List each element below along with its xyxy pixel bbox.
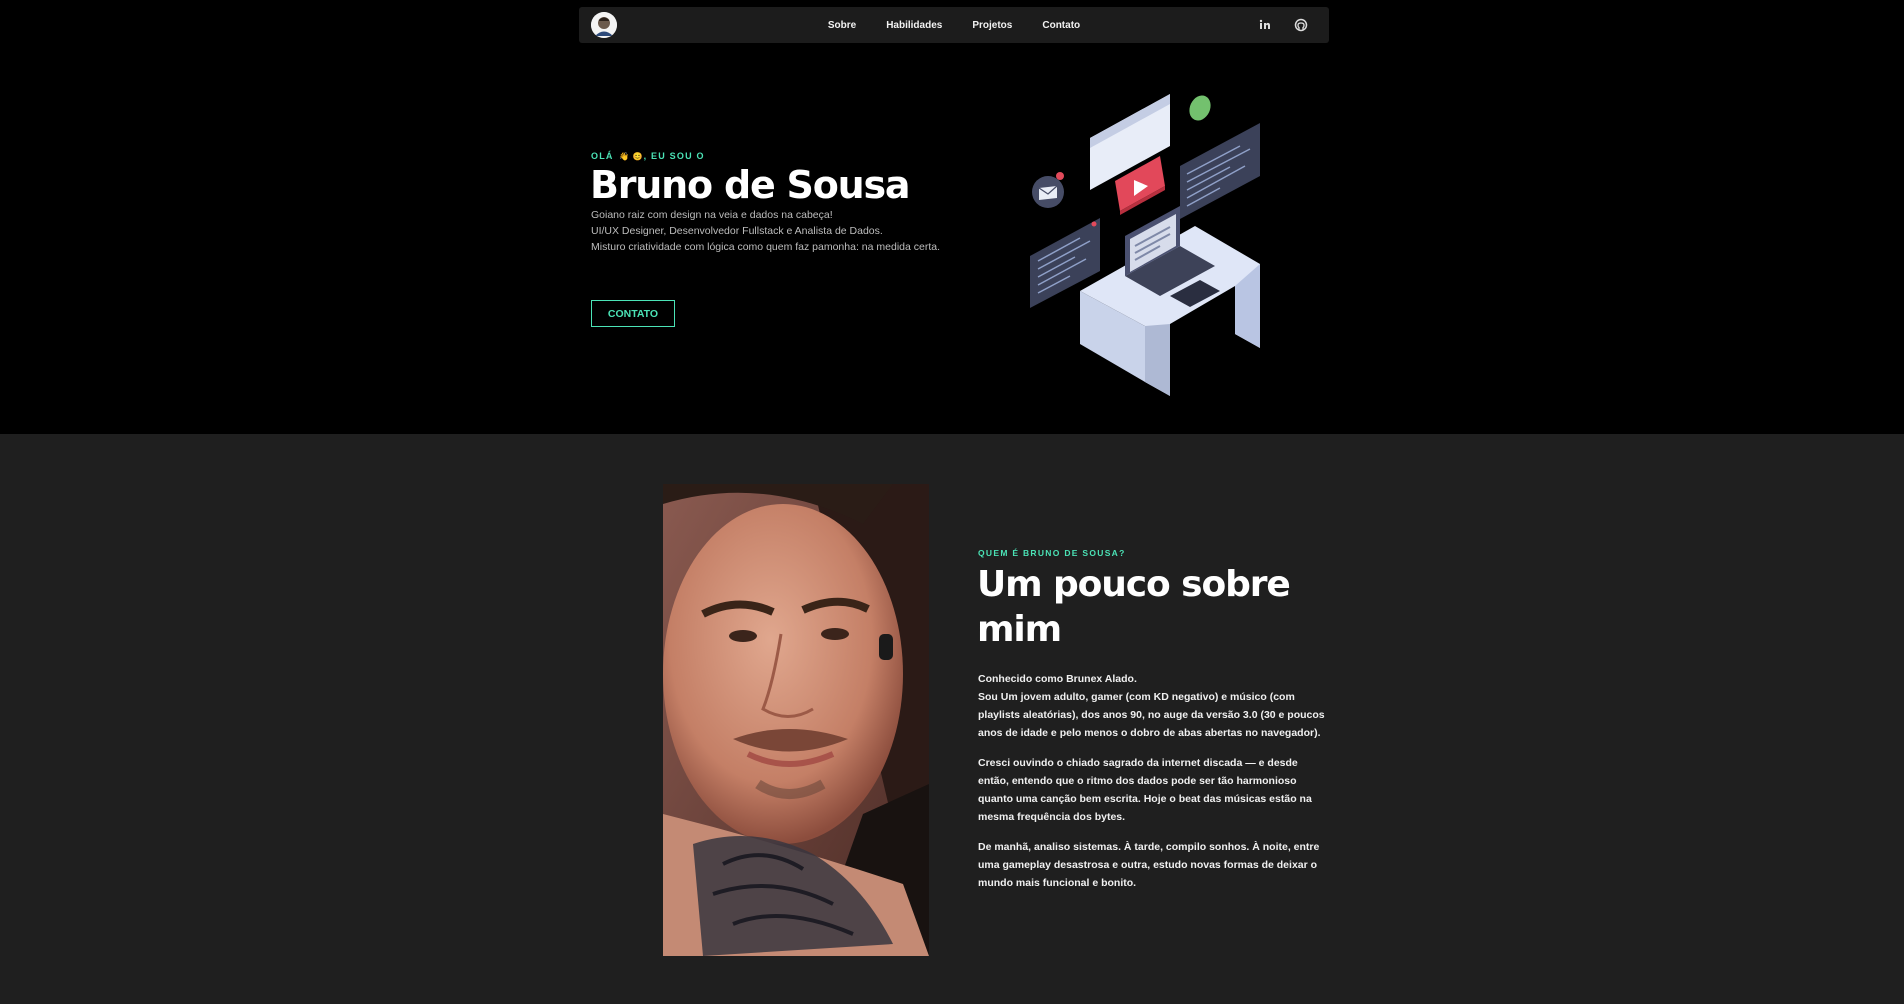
about-paragraph: De manhã, analiso sistemas. À tarde, com… — [978, 841, 1320, 889]
nav-link-projetos[interactable]: Projetos — [972, 20, 1012, 31]
nav-link-habilidades[interactable]: Habilidades — [886, 20, 942, 31]
nav-link-sobre[interactable]: Sobre — [828, 20, 856, 31]
eyebrow-hello: OLÁ — [591, 151, 614, 161]
about-nickname: Conhecido como Brunex Alado. — [978, 673, 1137, 685]
hero-desc-line: Goiano raiz com design na veia e dados n… — [591, 209, 833, 221]
hero-description: Goiano raiz com design na veia e dados n… — [591, 207, 940, 255]
about-title: Um pouco sobre mim — [977, 564, 1291, 650]
about-eyebrow: QUEM É BRUNO DE SOUSA? — [978, 548, 1126, 558]
hero-eyebrow: OLÁ 👋 😊, EU SOU O — [591, 151, 705, 161]
face-emoji-icon: 😊 — [632, 152, 644, 161]
about-body: Conhecido como Brunex Alado. Sou Um jove… — [978, 670, 1328, 904]
social-links — [1257, 17, 1309, 33]
nav-links: Sobre Habilidades Projetos Contato — [579, 7, 1329, 43]
eyebrow-iam: , EU SOU O — [643, 151, 705, 161]
about-intro: Sou Um jovem adulto, gamer (com KD negat… — [978, 691, 1325, 739]
isometric-workspace-illustration — [1030, 94, 1260, 396]
hero-section: OLÁ 👋 😊, EU SOU O Bruno de Sousa Goiano r… — [0, 0, 1904, 434]
hero-desc-line: UI/UX Designer, Desenvolvedor Fullstack … — [591, 225, 883, 237]
hero-name: Bruno de Sousa — [590, 163, 911, 207]
about-section: QUEM É BRUNO DE SOUSA? Um pouco sobre mi… — [0, 434, 1904, 1004]
linkedin-icon[interactable] — [1257, 17, 1273, 33]
top-navbar: Sobre Habilidades Projetos Contato — [579, 7, 1329, 43]
wave-emoji-icon: 👋 — [619, 152, 631, 161]
about-paragraph: Cresci ouvindo o chiado sagrado da inter… — [978, 757, 1312, 823]
profile-photo — [663, 484, 929, 956]
hero-desc-line: Misturo criatividade com lógica como que… — [591, 241, 941, 253]
about-paragraph: Conhecido como Brunex Alado. Sou Um jove… — [978, 670, 1328, 742]
contact-button[interactable]: CONTATO — [591, 300, 675, 327]
github-icon[interactable] — [1293, 17, 1309, 33]
nav-link-contato[interactable]: Contato — [1042, 20, 1080, 31]
